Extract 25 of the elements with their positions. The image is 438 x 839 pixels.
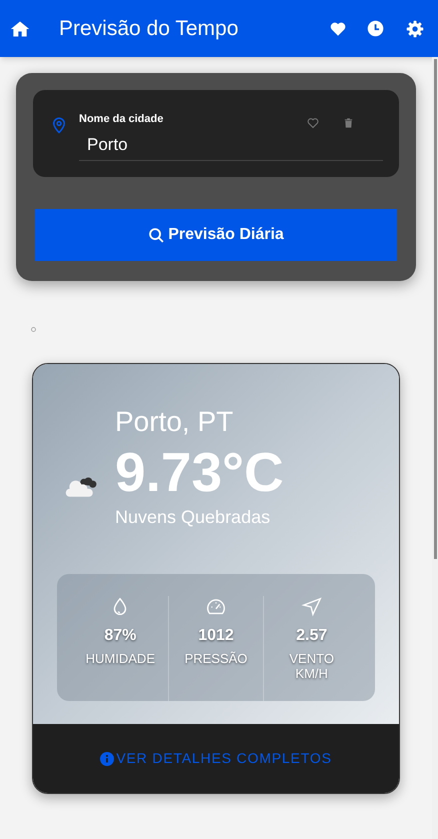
home-icon[interactable] — [10, 18, 30, 38]
location-pin-icon — [50, 115, 68, 135]
stat-label: VENTO KM/H — [288, 651, 335, 681]
forecast-button[interactable]: Previsão Diária — [35, 209, 397, 261]
description-text: Nuvens Quebradas — [115, 506, 272, 529]
location-text: Porto, PT — [115, 406, 234, 438]
trash-icon[interactable] — [343, 117, 354, 129]
heart-icon[interactable] — [329, 20, 347, 38]
temperature-text: 9.73°C — [115, 442, 284, 502]
navigation-arrow-icon — [300, 596, 323, 618]
stat-value: 1012 — [198, 626, 234, 646]
stat-label: PRESSÃO — [184, 651, 248, 666]
stat-label: HUMIDADE — [84, 651, 156, 666]
app-title: Previsão do Tempo — [59, 16, 240, 42]
stat-value: 2.57 — [296, 626, 328, 646]
clock-icon[interactable] — [367, 20, 384, 37]
settings-icon[interactable] — [406, 20, 424, 38]
city-field[interactable]: Nome da cidade Porto — [33, 90, 399, 177]
search-icon — [148, 226, 166, 244]
field-label: Nome da cidade — [79, 112, 164, 127]
heart-icon[interactable] — [307, 117, 319, 129]
stat-value: 87% — [104, 626, 136, 646]
info-icon — [100, 752, 114, 766]
input-field[interactable]: Porto — [87, 132, 383, 157]
spinner-icon — [31, 327, 36, 332]
